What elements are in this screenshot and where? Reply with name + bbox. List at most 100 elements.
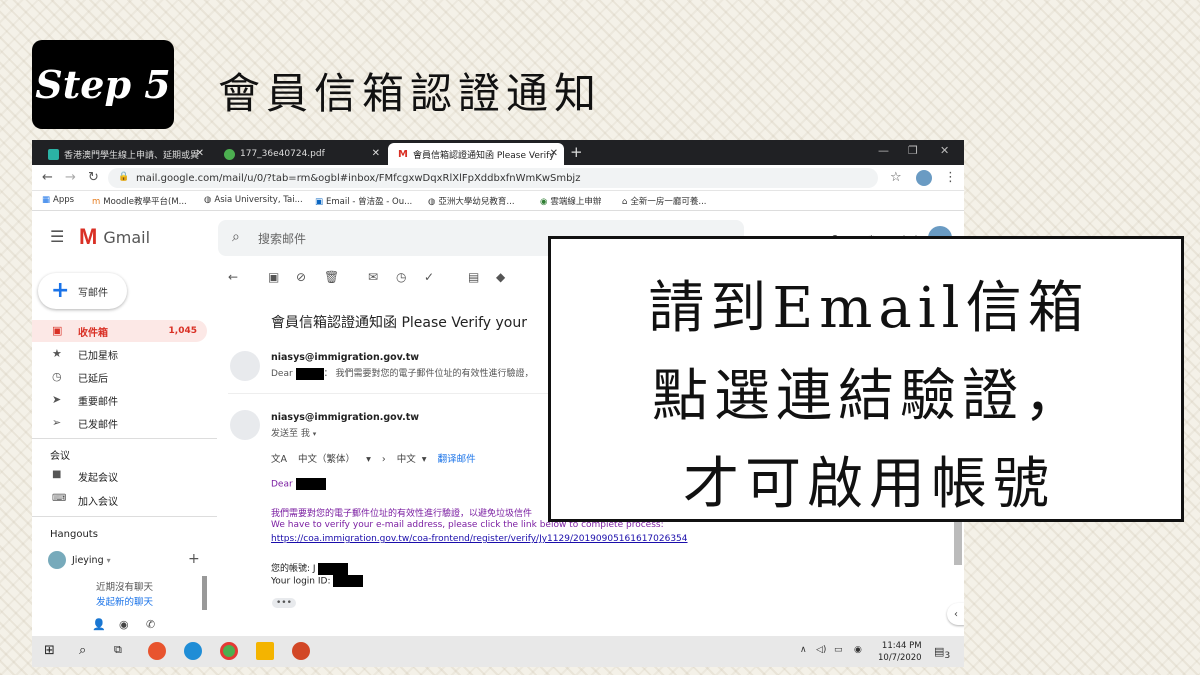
file-explorer-icon[interactable] — [256, 642, 274, 660]
profile-avatar[interactable] — [916, 170, 932, 186]
chevron-down-icon: ▾ — [421, 454, 427, 465]
sidebar-item-label: 已加星标 — [78, 350, 118, 362]
back-to-inbox-icon[interactable]: ← — [228, 270, 238, 284]
account-line: 您的帳號: J — [271, 561, 349, 575]
language-icon[interactable]: ◉ — [854, 645, 862, 655]
phone-icon[interactable]: ✆ — [146, 618, 155, 631]
bookmark-apartment[interactable]: ⌂ 全新一房一廳可養... — [622, 195, 707, 207]
snippet-greeting: Dear — [271, 369, 293, 379]
hangouts-user[interactable]: Jieying ▾ — [48, 551, 111, 569]
label-icon[interactable]: ◆ — [496, 270, 505, 284]
message-snippet[interactable]: Dear ： 我們需要對您的電子郵件位址的有效性進行驗證， — [271, 366, 533, 380]
join-meeting-item[interactable]: ⌨ 加入会议 — [32, 489, 207, 511]
url-text: mail.google.com/mail/u/0/?tab=rm&ogbl#in… — [136, 172, 581, 184]
close-icon[interactable]: ✕ — [196, 148, 204, 159]
translate-message-link[interactable]: 翻译邮件 — [438, 454, 476, 465]
sidebar-item-important[interactable]: ➤ 重要邮件 — [32, 389, 207, 411]
notification-icon[interactable]: ▤3 — [934, 645, 950, 661]
hamburger-menu-icon[interactable]: ☰ — [50, 227, 64, 246]
gmail-icon: M — [398, 148, 408, 160]
sender-email[interactable]: niasys@immigration.gov.tw — [271, 352, 419, 363]
bookmark-cloud-apply[interactable]: ◉ 雲端線上申辦 — [540, 195, 601, 207]
bookmark-email[interactable]: ▣ Email - 曾洁盈 - Ou... — [315, 195, 412, 207]
chrome-icon[interactable] — [220, 642, 238, 660]
side-panel-toggle[interactable]: ‹ — [947, 603, 964, 625]
minimize-icon[interactable]: — — [878, 144, 889, 157]
add-chat-plus-icon[interactable]: + — [188, 551, 200, 567]
close-icon[interactable]: ✕ — [372, 148, 380, 159]
task-view-icon[interactable]: ⧉ — [114, 643, 122, 657]
login-label: Your login ID: — [271, 576, 331, 587]
sender-email[interactable]: niasys@immigration.gov.tw — [271, 412, 419, 423]
notification-count: 3 — [944, 650, 951, 662]
bookmark-apps[interactable]: ▦ Apps — [42, 195, 74, 205]
back-icon[interactable]: ← — [42, 170, 53, 185]
sidebar-item-starred[interactable]: ★ 已加星标 — [32, 343, 207, 365]
mark-unread-icon[interactable]: ✉ — [368, 270, 378, 284]
system-clock[interactable]: 11:44 PM 10/7/2020 — [878, 640, 922, 664]
compose-label: 写邮件 — [78, 287, 108, 299]
translate-to-select[interactable]: 中文 — [397, 454, 416, 465]
keyboard-icon: ⌨ — [52, 493, 67, 504]
archive-icon[interactable]: ▣ — [268, 270, 279, 284]
chrome-icon — [224, 148, 235, 160]
bookmark-early-childhood[interactable]: ◍ 亞洲大學幼兒教育... — [428, 195, 515, 207]
account-label: 您的帳號: J — [271, 564, 316, 574]
verification-link[interactable]: https://coa.immigration.gov.tw/coa-front… — [271, 534, 688, 544]
battery-icon[interactable]: ▭ — [834, 645, 843, 655]
video-camera-icon: ■ — [52, 469, 62, 480]
volume-icon[interactable]: ◁) — [816, 645, 826, 655]
tab-pdf[interactable]: 177_36e40724.pdf ✕ — [214, 143, 386, 165]
search-icon[interactable]: ⌕ — [232, 229, 240, 245]
menu-dots-icon[interactable]: ⋮ — [944, 170, 957, 185]
callout-line-3: 才可啟用帳號 — [683, 452, 1055, 517]
show-trimmed-content-button[interactable]: ••• — [272, 598, 296, 608]
redacted-name — [295, 367, 324, 380]
tab-label: 會員信箱認證通知函 Please Verify — [412, 150, 555, 161]
firefox-icon[interactable] — [148, 642, 166, 660]
tab-gmail-verify[interactable]: M 會員信箱認證通知函 Please Verify ✕ — [388, 143, 564, 165]
close-window-icon[interactable]: ✕ — [940, 144, 949, 157]
snooze-clock-icon[interactable]: ◷ — [396, 270, 406, 284]
person-icon[interactable]: 👤 — [92, 618, 106, 631]
chevron-down-icon: ▾ — [312, 430, 317, 438]
gmail-logo[interactable]: M Gmail — [79, 224, 150, 250]
compose-button[interactable]: + 写邮件 — [38, 273, 127, 309]
move-to-icon[interactable]: ▤ — [468, 270, 479, 284]
powerpoint-icon[interactable] — [292, 642, 310, 660]
lock-icon: 🔒 — [118, 172, 130, 182]
search-icon[interactable]: ⌕ — [79, 643, 86, 658]
sidebar-item-sent[interactable]: ➢ 已发邮件 — [32, 412, 207, 434]
translate-from-select[interactable]: 中文（繁体） — [298, 454, 355, 465]
sidebar-item-snoozed[interactable]: ◷ 已延后 — [32, 366, 207, 388]
hangouts-title: Hangouts — [50, 529, 98, 540]
tray-chevron-icon[interactable]: ∧ — [800, 645, 807, 655]
bookmark-star-icon[interactable]: ☆ — [890, 170, 902, 185]
add-task-icon[interactable]: ✓ — [424, 270, 434, 284]
restore-icon[interactable]: ❐ — [908, 144, 918, 157]
login-line: Your login ID: — [271, 575, 364, 587]
bookmark-moodle[interactable]: m Moodle教學平台(M... — [92, 195, 187, 207]
sidebar-scrollbar[interactable] — [202, 576, 207, 610]
windows-start-icon[interactable]: ⊞ — [44, 643, 55, 658]
search-placeholder: 搜索邮件 — [258, 231, 307, 246]
report-spam-icon[interactable]: ⊘ — [296, 270, 306, 284]
bookmark-asia-university[interactable]: ◍ Asia University, Tai... — [204, 195, 303, 205]
windows-taskbar: ⊞ ⌕ ⧉ ∧ ◁) ▭ ◉ 11:44 PM 10/7/2020 ▤3 — [32, 636, 964, 667]
url-input[interactable]: 🔒 mail.google.com/mail/u/0/?tab=rm&ogbl#… — [108, 168, 878, 188]
recipient-info[interactable]: 发送至 我 ▾ — [271, 426, 316, 439]
tab-bar: 香港澳門學生線上申請、延期或異 ✕ 177_36e40724.pdf ✕ M 會… — [32, 140, 964, 165]
close-icon[interactable]: ✕ — [550, 148, 558, 159]
edge-icon[interactable] — [184, 642, 202, 660]
new-tab-button[interactable]: + — [570, 143, 583, 161]
chat-bubble-icon[interactable]: ◉ — [119, 618, 129, 631]
reload-icon[interactable]: ↻ — [88, 170, 99, 185]
tab-hk-macau-application[interactable]: 香港澳門學生線上申請、延期或異 ✕ — [38, 143, 210, 165]
divider — [32, 438, 217, 439]
start-meeting-item[interactable]: ■ 发起会议 — [32, 465, 207, 487]
forward-icon[interactable]: → — [65, 170, 76, 185]
start-new-chat-link[interactable]: 发起新的聊天 — [96, 594, 153, 608]
sidebar-item-inbox[interactable]: ▣ 收件箱 1,045 — [32, 320, 207, 342]
star-icon: ★ — [52, 347, 62, 360]
delete-trash-icon[interactable]: 🗑 — [324, 270, 339, 284]
